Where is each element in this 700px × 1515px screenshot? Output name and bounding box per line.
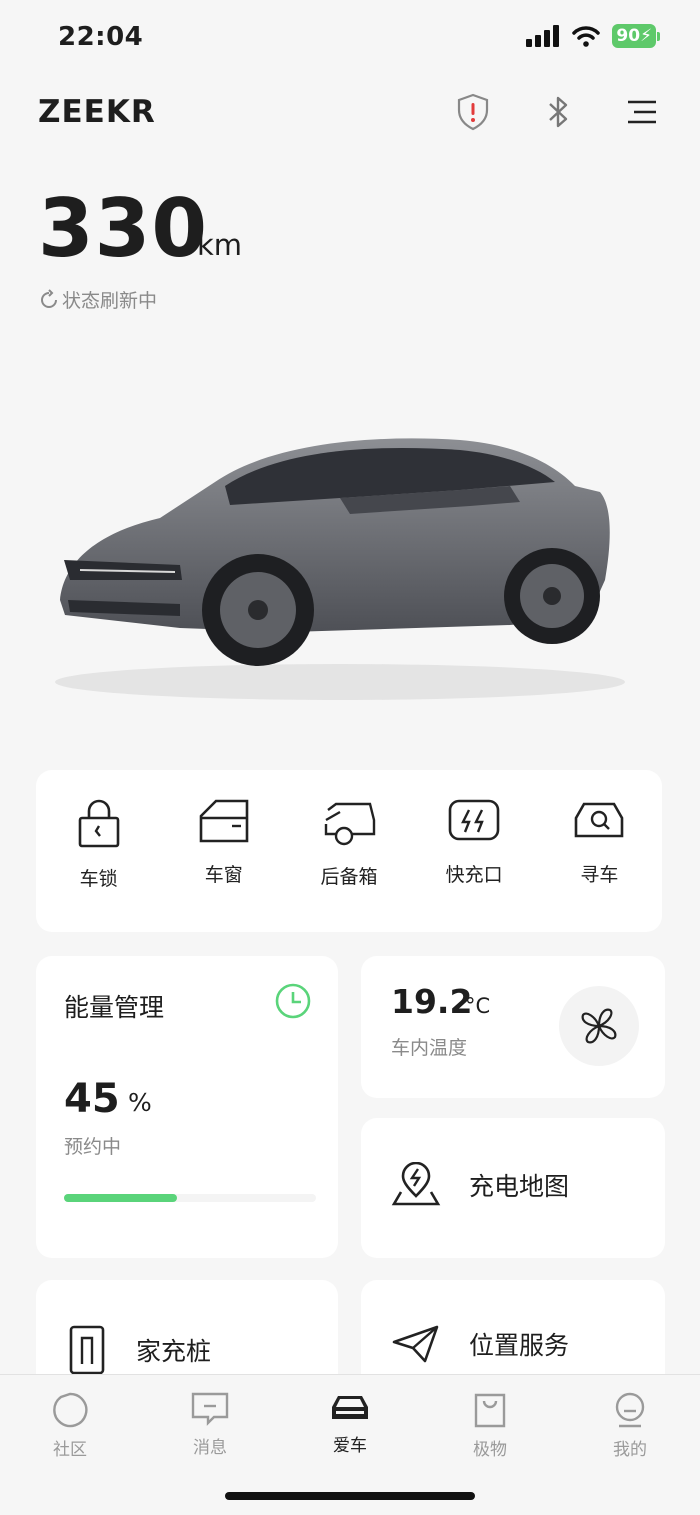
window-icon xyxy=(199,799,249,843)
tab-shop[interactable]: 极物 xyxy=(440,1391,540,1460)
temperature-unit: °C xyxy=(465,994,491,1018)
temperature-value: 19.2 xyxy=(391,982,473,1021)
tab-label: 爱车 xyxy=(333,1436,367,1456)
community-icon xyxy=(53,1392,88,1428)
cellular-signal-icon xyxy=(526,25,560,47)
tab-my-car[interactable]: 爱车 xyxy=(300,1391,400,1456)
status-bar: 22:04 90⚡ xyxy=(0,0,700,76)
refresh-icon xyxy=(41,288,57,308)
car-icon xyxy=(332,1396,368,1419)
tab-label: 消息 xyxy=(193,1438,227,1458)
tab-label: 极物 xyxy=(473,1440,507,1460)
fan-button[interactable] xyxy=(559,986,639,1066)
quick-control-label: 车窗 xyxy=(204,864,243,886)
refresh-status[interactable]: 状态刷新中 xyxy=(38,286,157,313)
quick-control-find-car[interactable]: 寻车 xyxy=(544,770,654,887)
status-time: 22:04 xyxy=(58,22,144,52)
tab-label: 社区 xyxy=(53,1440,87,1460)
status-icons: 90⚡ xyxy=(526,24,660,48)
charge-percent-unit: % xyxy=(128,1088,152,1117)
quick-control-trunk[interactable]: 后备箱 xyxy=(294,770,404,889)
tab-profile[interactable]: 我的 xyxy=(580,1391,680,1460)
message-icon xyxy=(191,1392,229,1426)
battery-level: 90 xyxy=(616,26,641,46)
quick-control-fast-charge-port[interactable]: 快充口 xyxy=(419,770,529,887)
profile-icon xyxy=(615,1392,645,1428)
brand-logo: ZEEKR xyxy=(38,94,156,130)
home-indicator[interactable] xyxy=(225,1492,475,1500)
tab-community[interactable]: 社区 xyxy=(20,1391,120,1460)
location-service-label: 位置服务 xyxy=(469,1331,570,1360)
range-value: 330 xyxy=(38,182,208,275)
wifi-icon xyxy=(572,26,601,47)
battery-indicator: 90⚡ xyxy=(612,24,660,48)
fan-icon xyxy=(581,1008,617,1044)
charge-progress-bar xyxy=(64,1194,316,1202)
menu-icon[interactable] xyxy=(622,92,662,132)
charging-map-icon xyxy=(391,1162,441,1206)
car-image xyxy=(55,438,625,700)
location-send-icon xyxy=(392,1325,439,1363)
clock-icon[interactable] xyxy=(274,982,312,1020)
trunk-icon xyxy=(324,802,376,846)
app-header: ZEEKR xyxy=(0,86,700,138)
charging-bolt-icon: ⚡ xyxy=(640,26,652,46)
charging-map-label: 充电地图 xyxy=(469,1172,570,1201)
security-shield-icon[interactable] xyxy=(453,92,493,132)
energy-title: 能量管理 xyxy=(64,993,165,1022)
find-car-icon xyxy=(575,802,624,838)
quick-control-label: 车锁 xyxy=(79,868,118,890)
range-unit: km xyxy=(197,228,243,262)
quick-control-label: 快充口 xyxy=(445,864,503,886)
charge-status: 预约中 xyxy=(64,1136,122,1158)
quick-controls-card: 车锁 车窗 后备箱 快充口 寻车 xyxy=(36,770,662,932)
quick-control-lock[interactable]: 车锁 xyxy=(44,770,154,891)
quick-control-window[interactable]: 车窗 xyxy=(169,770,279,887)
fast-charge-port-icon xyxy=(448,799,500,841)
temperature-label: 车内温度 xyxy=(391,1037,468,1059)
cabin-temperature-card[interactable]: 19.2 °C 车内温度 xyxy=(361,956,665,1098)
lock-icon xyxy=(78,799,119,848)
refresh-text: 状态刷新中 xyxy=(62,290,158,312)
bluetooth-icon[interactable] xyxy=(538,92,578,132)
quick-control-label: 寻车 xyxy=(580,864,619,886)
home-charger-label: 家充桩 xyxy=(136,1337,212,1366)
charge-percent: 45 xyxy=(64,1076,120,1122)
tab-messages[interactable]: 消息 xyxy=(160,1391,260,1458)
tab-label: 我的 xyxy=(613,1440,647,1460)
quick-control-label: 后备箱 xyxy=(320,866,378,888)
energy-management-card[interactable]: 能量管理 45 % 预约中 xyxy=(36,956,338,1258)
charging-map-card[interactable]: 充电地图 xyxy=(361,1118,665,1258)
shop-bag-icon xyxy=(474,1393,506,1428)
home-charger-icon xyxy=(69,1325,105,1375)
charge-progress-fill xyxy=(64,1194,178,1202)
